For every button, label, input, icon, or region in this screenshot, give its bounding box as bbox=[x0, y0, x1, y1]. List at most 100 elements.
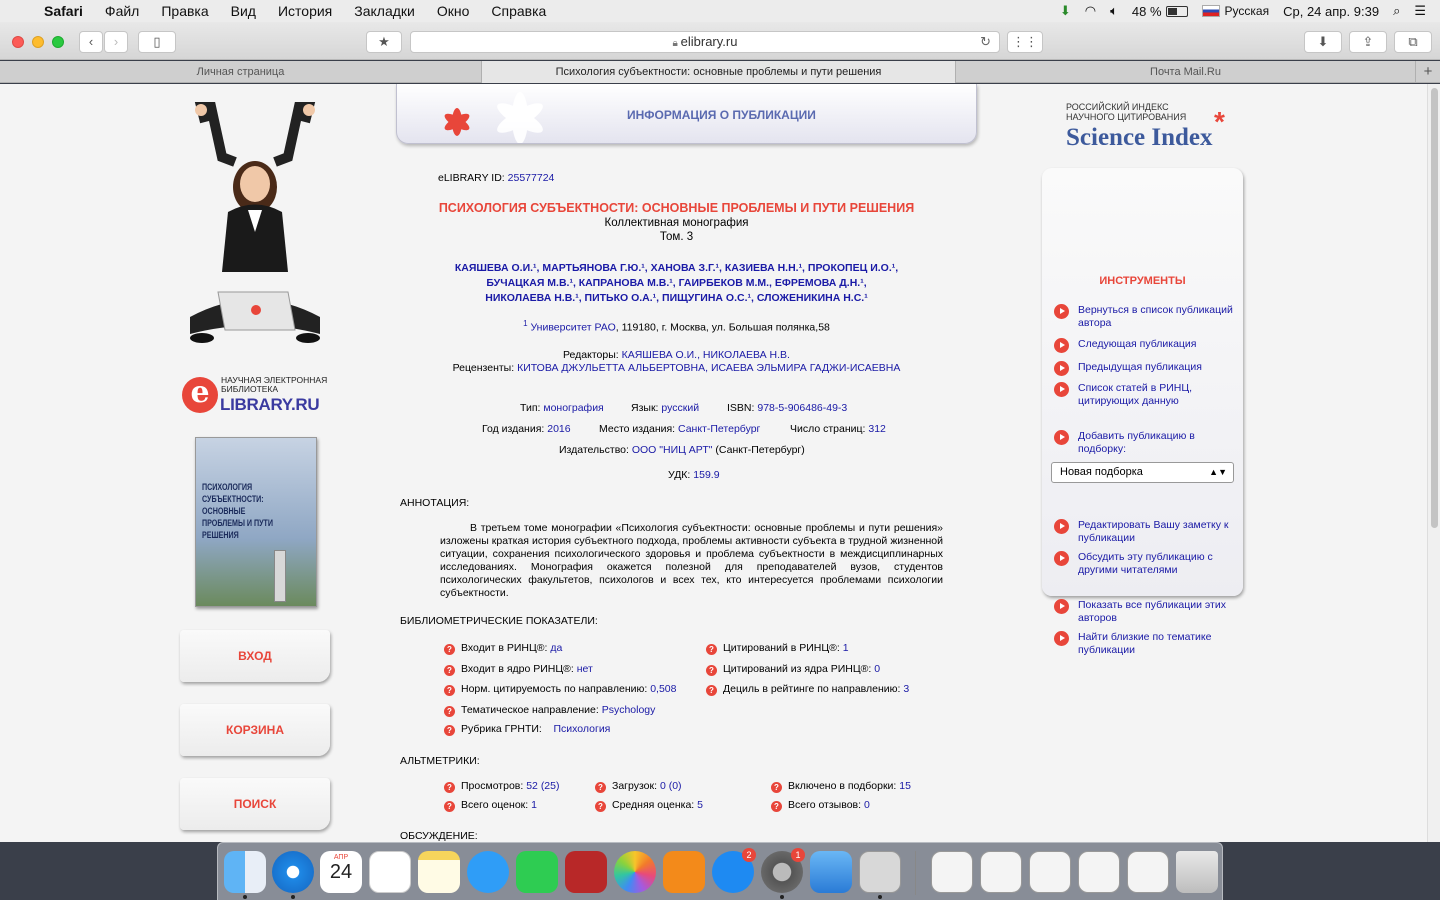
clock[interactable]: Ср, 24 апр. 9:39 bbox=[1283, 4, 1379, 19]
vertical-scrollbar[interactable] bbox=[1427, 84, 1440, 842]
authors-line-2[interactable]: БУЧАЦКАЯ М.В.¹, КАПРАНОВА М.В.¹, ГАИРБЕК… bbox=[400, 277, 953, 290]
photo-booth-icon[interactable] bbox=[565, 851, 607, 893]
downloads-icon[interactable]: ⬇ bbox=[1304, 31, 1342, 53]
spotlight-search-icon[interactable]: ⌕ bbox=[1393, 3, 1400, 19]
new-tab-button[interactable]: + bbox=[1416, 61, 1440, 83]
help-icon[interactable]: ? bbox=[444, 706, 455, 717]
tool-next-publication[interactable]: Следующая публикация bbox=[1052, 338, 1237, 353]
book-cover-image[interactable]: ПСИХОЛОГИЯ СУБЪЕКТНОСТИ: ОСНОВНЫЕ ПРОБЛЕ… bbox=[195, 437, 317, 607]
input-language[interactable]: Русская bbox=[1225, 4, 1270, 18]
metric-value[interactable]: 0 bbox=[864, 799, 870, 811]
elibrary-id-link[interactable]: 25577724 bbox=[508, 172, 555, 184]
tool-edit-note[interactable]: Редактировать Вашу заметку к публикации bbox=[1052, 519, 1237, 545]
finder-icon[interactable] bbox=[224, 851, 266, 893]
back-button[interactable]: ‹ bbox=[79, 31, 103, 53]
tool-authors-publications[interactable]: Показать все публикации этих авторов bbox=[1052, 599, 1237, 625]
scrollbar-thumb[interactable] bbox=[1431, 88, 1438, 528]
document-thumbnail-icon[interactable] bbox=[1078, 851, 1120, 893]
menu-view[interactable]: Вид bbox=[220, 3, 267, 19]
metric-value[interactable]: 15 bbox=[899, 780, 911, 792]
tool-previous-publication[interactable]: Предыдущая публикация bbox=[1052, 361, 1237, 376]
metric-value[interactable]: нет bbox=[577, 663, 593, 675]
metric-value[interactable]: 0,508 bbox=[650, 683, 676, 695]
bookmark-star-icon[interactable]: ★ bbox=[366, 31, 402, 53]
help-icon[interactable]: ? bbox=[706, 644, 717, 655]
pub-year-value[interactable]: 2016 bbox=[547, 423, 570, 435]
mail-icon[interactable] bbox=[810, 851, 852, 893]
metric-value[interactable]: 0 bbox=[874, 663, 880, 675]
metric-value[interactable]: 0 (0) bbox=[660, 780, 682, 792]
help-icon[interactable]: ? bbox=[771, 801, 782, 812]
close-window-button[interactable] bbox=[12, 36, 24, 48]
notes-icon[interactable] bbox=[418, 851, 460, 893]
tool-similar-publications[interactable]: Найти близкие по тематике публикации bbox=[1052, 631, 1237, 657]
preview-icon[interactable] bbox=[859, 851, 901, 893]
top-sites-grid-icon[interactable]: ⋮⋮ bbox=[1007, 31, 1043, 53]
volume-icon[interactable]: 🔈︎ bbox=[1110, 3, 1118, 19]
collection-select[interactable]: Новая подборка ▲▼ bbox=[1051, 462, 1234, 483]
menu-app[interactable]: Safari bbox=[40, 3, 94, 19]
ibooks-icon[interactable] bbox=[663, 851, 705, 893]
tab-personal-page[interactable]: Личная страница bbox=[0, 61, 482, 83]
editors-link[interactable]: КАЯШЕВА О.И., НИКОЛАЕВА Н.В. bbox=[622, 349, 790, 361]
notification-center-icon[interactable]: ☰ bbox=[1414, 3, 1426, 19]
pub-language-value[interactable]: русский bbox=[661, 402, 699, 414]
address-bar[interactable]: 🔒︎ elibrary.ru ↻ bbox=[410, 31, 1000, 53]
metric-value[interactable]: 52 (25) bbox=[526, 780, 559, 792]
document-thumbnail-icon[interactable] bbox=[1029, 851, 1071, 893]
help-icon[interactable]: ? bbox=[595, 801, 606, 812]
flag-ru-icon[interactable] bbox=[1201, 5, 1220, 17]
reviewers-link[interactable]: КИТОВА ДЖУЛЬЕТТА АЛЬБЕРТОВНА, ИСАЕВА ЭЛЬ… bbox=[517, 362, 900, 374]
tabs-overview-icon[interactable]: ⧉ bbox=[1394, 31, 1432, 53]
reminders-icon[interactable] bbox=[369, 851, 411, 893]
metric-value[interactable]: да bbox=[550, 642, 562, 654]
tool-author-publications[interactable]: Вернуться в список публикаций автора bbox=[1052, 304, 1237, 330]
share-icon[interactable]: ⇪ bbox=[1349, 31, 1387, 53]
forward-button[interactable]: › bbox=[104, 31, 128, 53]
document-thumbnail-icon[interactable] bbox=[1127, 851, 1169, 893]
menu-history[interactable]: История bbox=[267, 3, 343, 19]
menu-bookmarks[interactable]: Закладки bbox=[343, 3, 426, 19]
affiliation-link[interactable]: Университет РАО bbox=[530, 322, 615, 334]
calendar-icon[interactable]: АПР 24 bbox=[320, 851, 362, 893]
authors-line-3[interactable]: НИКОЛАЕВА Н.В.¹, ПИТЬКО О.А.¹, ПИЩУГИНА … bbox=[400, 292, 953, 305]
help-icon[interactable]: ? bbox=[444, 685, 455, 696]
pub-udk-value[interactable]: 159.9 bbox=[693, 469, 719, 481]
help-icon[interactable]: ? bbox=[595, 782, 606, 793]
facetime-icon[interactable] bbox=[516, 851, 558, 893]
tool-discuss[interactable]: Обсудить эту публикацию с другими читате… bbox=[1052, 551, 1237, 577]
tab-mail[interactable]: Почта Mail.Ru bbox=[956, 61, 1416, 83]
help-icon[interactable]: ? bbox=[444, 665, 455, 676]
authors-line-1[interactable]: КАЯШЕВА О.И.¹, МАРТЬЯНОВА Г.Ю.¹, ХАНОВА … bbox=[400, 262, 953, 275]
metric-value[interactable]: 1 bbox=[531, 799, 537, 811]
zoom-window-button[interactable] bbox=[52, 36, 64, 48]
document-thumbnail-icon[interactable] bbox=[980, 851, 1022, 893]
pub-isbn-value[interactable]: 978-5-906486-49-3 bbox=[757, 402, 847, 414]
search-button[interactable]: ПОИСК bbox=[180, 778, 330, 830]
help-icon[interactable]: ? bbox=[706, 665, 717, 676]
metric-value[interactable]: 1 bbox=[843, 642, 849, 654]
pub-publisher-value[interactable]: ООО "НИЦ АРТ" bbox=[632, 444, 713, 456]
help-icon[interactable]: ? bbox=[444, 725, 455, 736]
wifi-icon[interactable]: ◠ bbox=[1085, 3, 1096, 19]
help-icon[interactable]: ? bbox=[444, 644, 455, 655]
messages-icon[interactable] bbox=[467, 851, 509, 893]
pub-type-value[interactable]: монография bbox=[543, 402, 603, 414]
battery-icon[interactable] bbox=[1165, 5, 1188, 17]
reload-icon[interactable]: ↻ bbox=[980, 32, 991, 52]
login-button[interactable]: ВХОД bbox=[180, 630, 330, 682]
menu-help[interactable]: Справка bbox=[480, 3, 557, 19]
metric-value[interactable]: Психология bbox=[554, 723, 611, 735]
menu-edit[interactable]: Правка bbox=[150, 3, 219, 19]
metric-value[interactable]: 5 bbox=[697, 799, 703, 811]
help-icon[interactable]: ? bbox=[706, 685, 717, 696]
download-status-icon[interactable]: ⬇ bbox=[1060, 3, 1071, 19]
menu-window[interactable]: Окно bbox=[426, 3, 481, 19]
science-index-logo[interactable]: РОССИЙСКИЙ ИНДЕКС НАУЧНОГО ЦИТИРОВАНИЯ S… bbox=[1066, 102, 1246, 152]
pub-pages-value[interactable]: 312 bbox=[868, 423, 886, 435]
sidebar-toggle-icon[interactable]: ▯ bbox=[138, 31, 176, 53]
tool-citing-articles[interactable]: Список статей в РИНЦ, цитирующих данную bbox=[1052, 382, 1237, 408]
safari-icon[interactable] bbox=[272, 851, 314, 893]
metric-value[interactable]: Psychology bbox=[602, 704, 656, 716]
help-icon[interactable]: ? bbox=[771, 782, 782, 793]
